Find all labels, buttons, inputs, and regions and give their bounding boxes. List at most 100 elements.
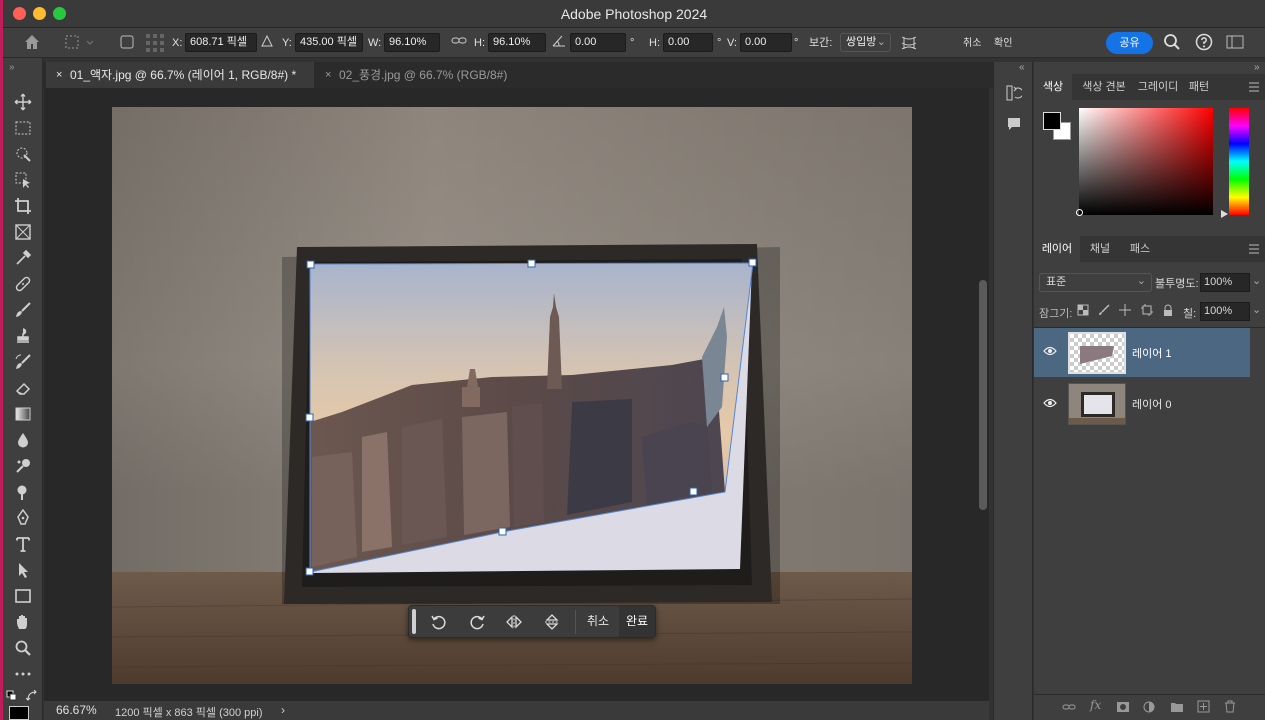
lock-position-icon[interactable]	[1119, 304, 1131, 316]
tab-document-2[interactable]: × 02_풍경.jpg @ 66.7% (RGB/8#)	[315, 62, 545, 88]
type-icon[interactable]	[11, 533, 35, 555]
help-icon[interactable]	[1195, 33, 1213, 51]
chevron-down-icon[interactable]: ⌄	[1252, 273, 1265, 292]
tab-patterns[interactable]: 패턴	[1184, 74, 1214, 100]
crop-icon[interactable]	[11, 195, 35, 217]
foreground-color-chip[interactable]	[1043, 112, 1061, 130]
vskew-field[interactable]: 0.00	[740, 33, 792, 52]
adjustment-layer-icon[interactable]	[1143, 701, 1155, 713]
transform-done-button[interactable]: 완료	[619, 606, 655, 637]
drag-handle[interactable]	[412, 609, 416, 634]
burn-icon[interactable]	[11, 481, 35, 503]
color-field[interactable]	[1076, 108, 1213, 216]
y-field[interactable]: 435.00 픽셀	[295, 33, 363, 52]
layer-name[interactable]: 레이어 1	[1132, 345, 1172, 361]
tab-color[interactable]: 색상	[1034, 74, 1072, 100]
tab-paths[interactable]: 패스	[1122, 236, 1158, 262]
reference-point-grid-icon[interactable]	[145, 33, 165, 52]
lock-transparency-icon[interactable]	[1077, 304, 1089, 316]
zoom-level[interactable]: 66.67%	[56, 703, 97, 717]
comments-icon[interactable]	[1006, 116, 1022, 132]
hand-icon[interactable]	[11, 611, 35, 633]
link-icon[interactable]	[451, 33, 467, 51]
tab-document-1[interactable]: × 01_액자.jpg @ 66.7% (레이어 1, RGB/8#) *	[46, 62, 314, 88]
blur-icon[interactable]	[11, 429, 35, 451]
tab-layers[interactable]: 레이어	[1034, 236, 1080, 262]
panel-menu-icon[interactable]	[1248, 82, 1260, 92]
gradient-icon[interactable]	[11, 403, 35, 425]
lock-pixels-icon[interactable]	[1098, 304, 1110, 316]
flip-horizontal-icon[interactable]	[499, 611, 529, 633]
trash-icon[interactable]	[1224, 700, 1236, 713]
height-field[interactable]: 96.10%	[488, 33, 546, 52]
close-tab-icon[interactable]: ×	[56, 62, 62, 88]
width-field[interactable]: 96.10%	[384, 33, 440, 52]
commit-transform-button[interactable]: 확인	[994, 35, 1012, 53]
home-icon[interactable]	[23, 33, 41, 51]
brush-icon[interactable]	[11, 299, 35, 321]
transform-reference-icon[interactable]	[63, 33, 95, 51]
relative-position-icon[interactable]	[260, 33, 274, 51]
layer-row-layer-0[interactable]: 레이어 0	[1034, 378, 1250, 427]
opacity-field[interactable]: 100%	[1200, 273, 1250, 292]
flip-vertical-icon[interactable]	[537, 611, 567, 633]
hue-slider-handle[interactable]	[1221, 210, 1228, 218]
rotate-field[interactable]: 0.00	[570, 33, 626, 52]
hskew-field[interactable]: 0.00	[663, 33, 713, 52]
more-icon[interactable]	[11, 663, 35, 685]
transform-cancel-button[interactable]: 취소	[580, 606, 616, 637]
history-brush-icon[interactable]	[11, 351, 35, 373]
layer-row-layer-1[interactable]: 레이어 1	[1034, 328, 1250, 377]
eyedropper-icon[interactable]	[11, 247, 35, 269]
eye-icon[interactable]	[1043, 346, 1057, 356]
stamp-icon[interactable]	[11, 325, 35, 347]
quick-select-icon[interactable]	[11, 143, 35, 165]
close-tab-icon[interactable]: ×	[325, 62, 331, 88]
new-layer-icon[interactable]	[1197, 700, 1210, 713]
collapse-panels-icon[interactable]: »	[1254, 62, 1260, 73]
healing-icon[interactable]	[11, 273, 35, 295]
pen-icon[interactable]	[11, 507, 35, 529]
status-menu-arrow[interactable]: ›	[281, 703, 285, 717]
lock-all-icon[interactable]	[1162, 304, 1174, 317]
path-select-icon[interactable]	[11, 559, 35, 581]
panel-menu-icon[interactable]	[1248, 244, 1260, 254]
blend-mode-select[interactable]: 표준 ⌄	[1039, 273, 1152, 292]
workspace-icon[interactable]	[1225, 33, 1245, 51]
history-icon[interactable]	[1006, 84, 1022, 102]
default-colors-icon[interactable]	[6, 690, 20, 702]
canvas-image[interactable]	[112, 107, 912, 684]
eraser-icon[interactable]	[11, 377, 35, 399]
vertical-scrollbar[interactable]	[979, 280, 987, 510]
tab-channels[interactable]: 채널	[1082, 236, 1118, 262]
move-icon[interactable]	[11, 91, 35, 113]
new-group-icon[interactable]	[1170, 701, 1184, 713]
tab-gradients[interactable]: 그레이디언	[1134, 74, 1182, 100]
swap-colors-icon[interactable]	[26, 690, 40, 702]
layer-name[interactable]: 레이어 0	[1132, 396, 1172, 412]
eye-icon[interactable]	[1043, 398, 1057, 408]
fx-icon[interactable]: fx	[1090, 698, 1101, 712]
zoom-icon[interactable]	[11, 637, 35, 659]
hue-slider[interactable]	[1229, 108, 1249, 215]
frame-icon[interactable]	[11, 221, 35, 243]
cancel-transform-button[interactable]: 취소	[963, 35, 981, 53]
dodge-icon[interactable]	[11, 455, 35, 477]
search-icon[interactable]	[1163, 33, 1181, 51]
rectangle-icon[interactable]	[11, 585, 35, 607]
warp-mode-icon[interactable]	[899, 33, 919, 51]
reference-point-checkbox[interactable]	[119, 34, 135, 52]
expand-dock-icon[interactable]: «	[1019, 62, 1025, 73]
fill-field[interactable]: 100%	[1200, 302, 1250, 321]
link-layers-icon[interactable]	[1062, 701, 1076, 713]
rotate-left-icon[interactable]	[424, 611, 454, 633]
color-picker-handle[interactable]	[1076, 209, 1083, 216]
tab-swatches[interactable]: 색상 견본	[1074, 74, 1134, 100]
marquee-icon[interactable]	[11, 117, 35, 139]
collapse-toolbar-icon[interactable]: »	[9, 62, 15, 73]
x-field[interactable]: 608.71 픽셀	[185, 33, 257, 52]
add-mask-icon[interactable]	[1116, 701, 1130, 713]
interpolation-select[interactable]: 쌍입방 ⌄	[840, 33, 891, 52]
lock-artboard-icon[interactable]	[1141, 304, 1153, 316]
rotate-right-icon[interactable]	[462, 611, 492, 633]
